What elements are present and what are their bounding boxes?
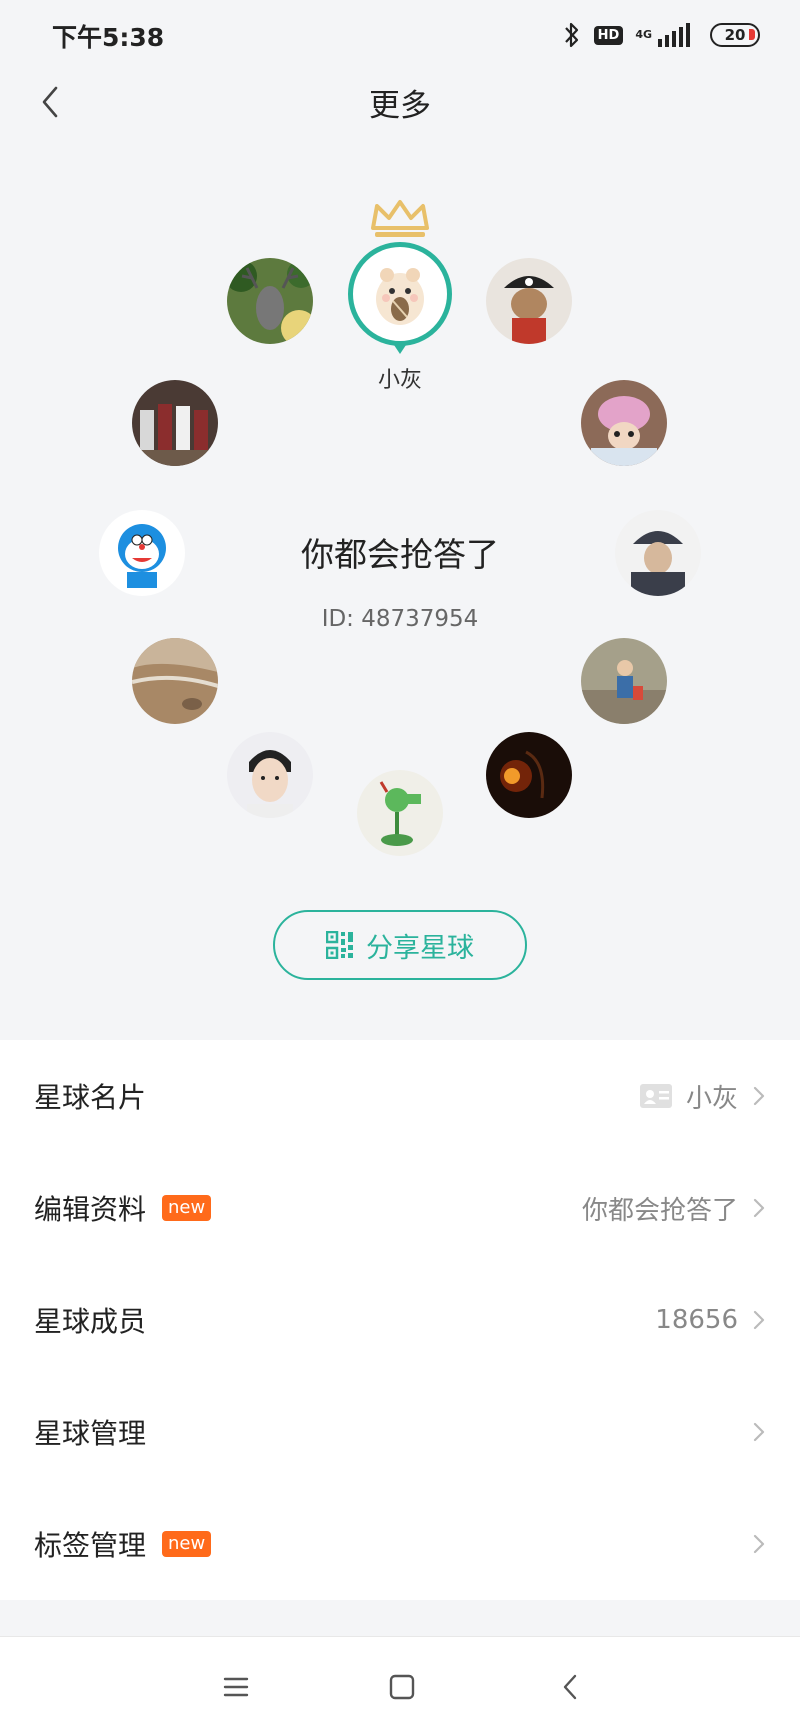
new-badge: new	[162, 1195, 212, 1221]
network-label: 4G	[635, 28, 652, 41]
system-home-button[interactable]	[382, 1667, 422, 1707]
menu-right: 18656	[655, 1305, 766, 1335]
share-planet-button[interactable]: 分享星球	[273, 910, 527, 980]
status-icons: HD 4G 20	[562, 18, 760, 52]
chevron-right-icon	[753, 1422, 765, 1442]
owner-name: 小灰	[377, 368, 422, 393]
group-name: 你都会抢答了	[301, 535, 499, 574]
menu-right	[752, 1421, 766, 1443]
chevron-right-icon	[753, 1534, 765, 1554]
menu-item-members[interactable]: 星球成员 18656	[0, 1264, 800, 1376]
member-avatar-bucket-hat[interactable]	[615, 510, 701, 596]
member-avatar-group[interactable]	[132, 380, 218, 466]
menu-right: 你都会抢答了	[582, 1190, 766, 1227]
menu-item-edit-profile[interactable]: 编辑资料 new 你都会抢答了	[0, 1152, 800, 1264]
member-avatar-beach[interactable]	[132, 638, 218, 724]
page-title: 更多	[369, 88, 431, 124]
nav-bar: 更多	[0, 68, 800, 170]
member-avatar-child[interactable]	[581, 638, 667, 724]
member-avatar-peashooter[interactable]	[357, 770, 443, 856]
member-avatar-deer[interactable]	[227, 258, 313, 344]
system-menu-button[interactable]	[216, 1667, 256, 1707]
share-planet-label: 分享星球	[366, 932, 474, 964]
menu-item-planet-management[interactable]: 星球管理	[0, 1376, 800, 1488]
menu-right: 小灰	[639, 1078, 766, 1115]
menu-label: 星球管理	[34, 1417, 147, 1450]
card-icon	[639, 1084, 672, 1108]
menu-right	[752, 1533, 766, 1555]
menu-value: 18656	[655, 1305, 738, 1335]
owner-pin-icon	[392, 342, 408, 354]
status-bar: 下午5:38 HD 4G 20	[0, 0, 800, 68]
menu-icon	[223, 1677, 249, 1697]
menu-item-planet-card[interactable]: 星球名片 小灰	[0, 1040, 800, 1152]
member-avatar-chopper[interactable]	[581, 380, 667, 466]
bluetooth-icon	[564, 22, 578, 48]
new-badge: new	[162, 1531, 212, 1557]
home-icon	[389, 1674, 415, 1700]
battery-level: 20	[724, 26, 746, 44]
member-avatar-pirate-cat[interactable]	[486, 258, 572, 344]
chevron-right-icon	[753, 1198, 765, 1218]
qr-code-icon	[326, 931, 353, 959]
chevron-right-icon	[753, 1086, 765, 1106]
menu-value: 小灰	[685, 1083, 738, 1114]
bottom-gap	[0, 1600, 800, 1636]
signal-icon	[658, 23, 690, 47]
back-icon	[563, 1674, 577, 1700]
system-nav-bar	[0, 1636, 800, 1733]
group-id: ID: 48737954	[321, 606, 479, 632]
hamster-avatar-icon	[357, 251, 443, 337]
planet-section: 小灰 你都会抢答了 ID: 48737954 分享星球	[0, 170, 800, 1040]
battery-icon: 20	[710, 23, 760, 47]
menu-label: 编辑资料	[34, 1193, 147, 1226]
member-avatar-man[interactable]	[227, 732, 313, 818]
menu-label: 标签管理	[34, 1529, 147, 1562]
menu-label: 星球名片	[34, 1081, 147, 1114]
crown-icon	[371, 200, 429, 237]
hd-badge: HD	[593, 25, 624, 45]
status-time: 下午5:38	[52, 23, 165, 52]
menu-value: 你都会抢答了	[581, 1195, 738, 1226]
owner-avatar[interactable]	[348, 242, 452, 346]
member-avatar-fire[interactable]	[486, 732, 572, 818]
settings-menu: 星球名片 小灰 编辑资料 new 你都会抢答了 星球成员 18656 星球管理 …	[0, 1040, 800, 1600]
menu-label: 星球成员	[34, 1305, 147, 1338]
system-back-button[interactable]	[550, 1667, 590, 1707]
menu-item-tag-management[interactable]: 标签管理 new	[0, 1488, 800, 1600]
chevron-right-icon	[753, 1310, 765, 1330]
member-avatar-doraemon[interactable]	[99, 510, 185, 596]
